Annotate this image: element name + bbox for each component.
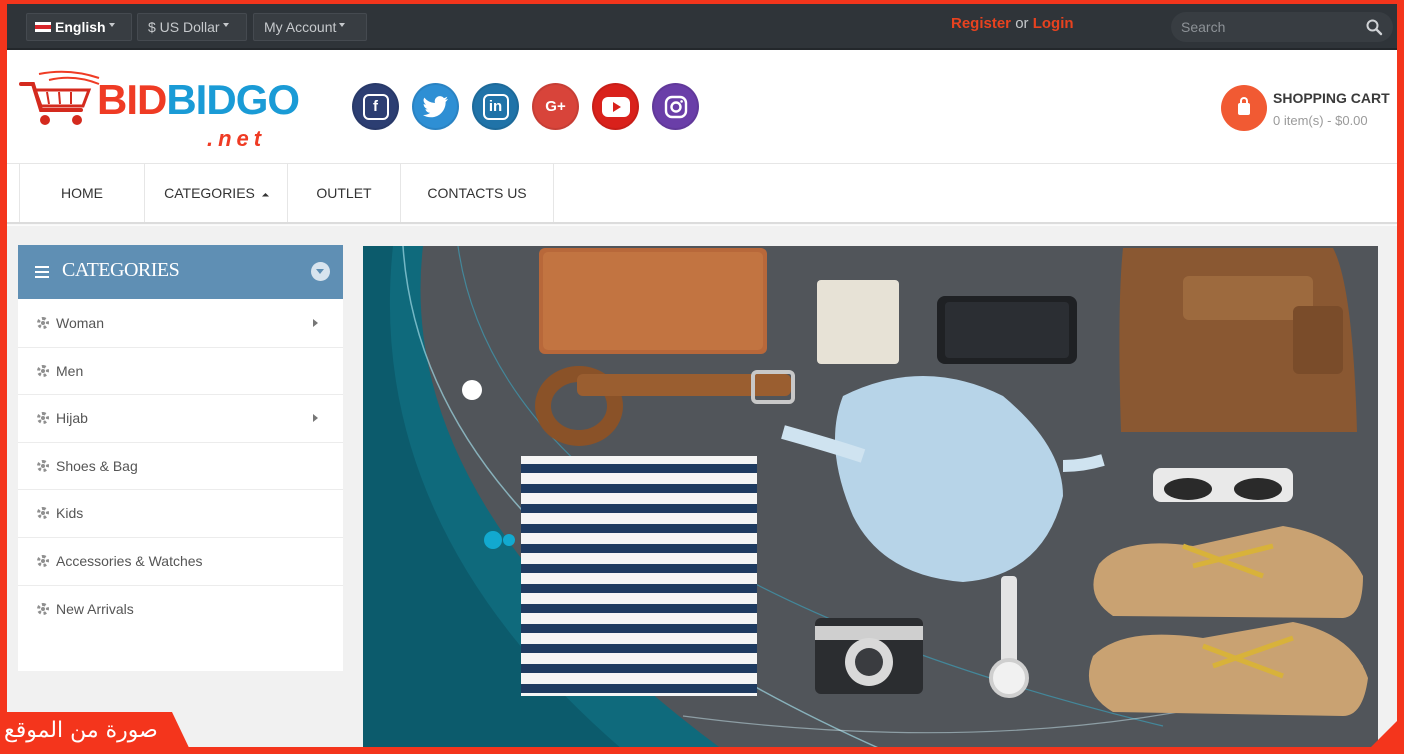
category-item-hijab[interactable]: Hijab [18, 395, 343, 443]
category-label: Accessories & Watches [56, 552, 203, 569]
chevron-down-icon [339, 23, 346, 27]
currency-selector[interactable]: $ US Dollar [137, 13, 247, 41]
chevron-right-icon [313, 319, 318, 327]
nav-outlet[interactable]: OUTLET [288, 164, 401, 222]
caption-text: صورة من الموقع [4, 718, 158, 743]
youtube-icon[interactable] [592, 83, 639, 130]
gear-icon [37, 554, 49, 567]
gear-icon [37, 602, 49, 615]
gear-icon [37, 317, 49, 329]
uk-flag-icon [35, 22, 51, 33]
category-sidebar: CATEGORIES Woman Men Hijab Shoes & Bag K… [18, 245, 343, 671]
nav-categories-label: CATEGORIES [164, 185, 255, 201]
category-label: New Arrivals [56, 600, 134, 617]
main-navigation: HOME CATEGORIES OUTLET CONTACTS US [7, 164, 1397, 224]
currency-label: $ US Dollar [148, 19, 220, 35]
account-label: My Account [264, 19, 337, 35]
category-label: Hijab [56, 410, 88, 427]
chevron-down-icon [222, 23, 229, 27]
category-item-shoes-bag[interactable]: Shoes & Bag [18, 443, 343, 491]
google-plus-icon[interactable]: G+ [532, 83, 579, 130]
main-content: CATEGORIES Woman Men Hijab Shoes & Bag K… [7, 226, 1397, 750]
hero-banner-image[interactable] [363, 246, 1378, 750]
shopping-cart-logo-icon [19, 70, 100, 125]
sidebar-title: CATEGORIES [62, 259, 180, 281]
category-item-woman[interactable]: Woman [18, 300, 343, 348]
top-bar: English $ US Dollar My Account Register … [7, 4, 1397, 50]
site-logo[interactable]: BIDBIDGO .net [19, 70, 300, 151]
search-icon[interactable] [1365, 18, 1383, 36]
collapse-toggle-icon[interactable] [311, 262, 330, 281]
gear-icon [37, 459, 49, 472]
gear-icon [37, 412, 49, 425]
category-label: Men [56, 362, 84, 379]
nav-categories[interactable]: CATEGORIES [145, 164, 288, 222]
logo-wordmark: BIDBIDGO [97, 76, 300, 123]
my-account-menu[interactable]: My Account [253, 13, 367, 41]
twitter-icon[interactable] [412, 83, 459, 130]
instagram-icon[interactable] [652, 83, 699, 130]
language-label: English [55, 19, 106, 35]
sidebar-header[interactable]: CATEGORIES [18, 245, 343, 299]
category-item-new-arrivals[interactable]: New Arrivals [18, 586, 343, 634]
site-header: BIDBIDGO .net f in G+ SHOPPING CART 0 it… [7, 50, 1397, 164]
gear-icon [37, 507, 49, 520]
category-label: Shoes & Bag [56, 457, 138, 474]
auth-links: Register or Login [951, 15, 1074, 32]
register-link[interactable]: Register [951, 15, 1011, 32]
chevron-down-icon [108, 23, 115, 27]
chevron-right-icon [313, 414, 318, 423]
menu-icon [35, 266, 49, 278]
corner-accent [1364, 714, 1404, 754]
facebook-icon[interactable]: f [352, 83, 399, 130]
linkedin-icon[interactable]: in [472, 83, 519, 130]
category-item-accessories[interactable]: Accessories & Watches [18, 538, 343, 586]
category-list: Woman Men Hijab Shoes & Bag Kids Accesso… [18, 300, 343, 633]
caption-tag: صورة من الموقع [0, 712, 192, 754]
or-text: or [1015, 15, 1029, 32]
category-item-men[interactable]: Men [18, 348, 343, 396]
social-links: f in G+ [352, 83, 699, 130]
language-selector[interactable]: English [26, 13, 132, 41]
search-box [1171, 12, 1393, 42]
cart-summary[interactable]: 0 item(s) - $0.00 [1273, 113, 1368, 128]
category-label: Woman [56, 315, 104, 331]
dropdown-caret-icon [261, 192, 269, 200]
shopping-bag-icon[interactable] [1221, 85, 1267, 131]
gear-icon [37, 364, 49, 377]
search-input[interactable] [1181, 16, 1351, 38]
logo-domain: .net [207, 126, 267, 151]
nav-contact[interactable]: CONTACTS US [401, 164, 554, 222]
nav-home[interactable]: HOME [19, 164, 145, 222]
login-link[interactable]: Login [1033, 15, 1074, 32]
cart-title[interactable]: SHOPPING CART [1273, 90, 1390, 106]
category-label: Kids [56, 505, 84, 522]
category-item-kids[interactable]: Kids [18, 490, 343, 538]
